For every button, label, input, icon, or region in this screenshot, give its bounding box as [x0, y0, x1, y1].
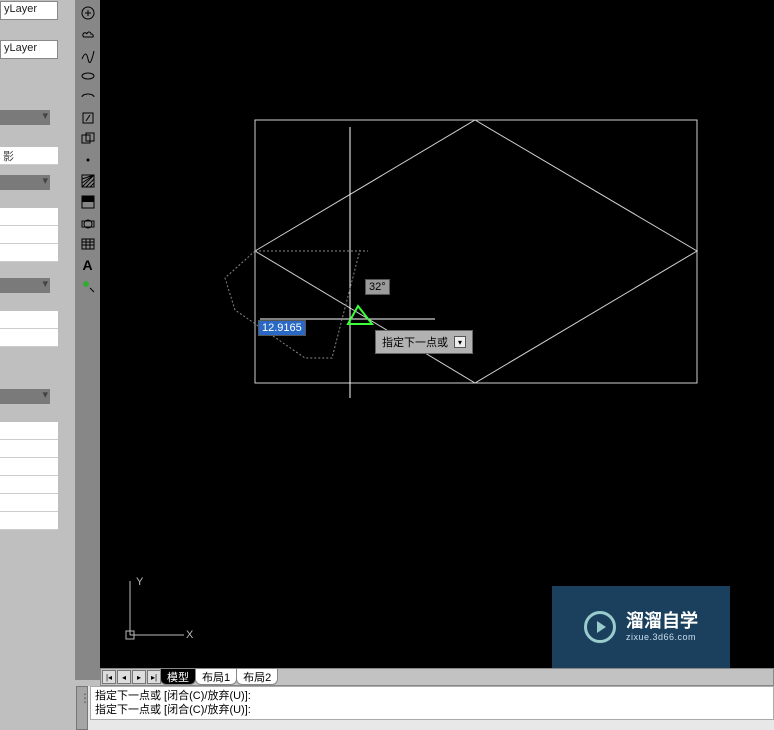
watermark-badge: 溜溜自学 zixue.3d66.com [552, 586, 730, 668]
spline-tool-icon[interactable] [77, 45, 99, 65]
drawing-area[interactable]: 12.9165 32° 指定下一点或 ▾ Y X [100, 0, 774, 668]
point-tool-icon[interactable] [77, 150, 99, 170]
add-selected-icon[interactable] [77, 276, 99, 296]
value-row-2[interactable] [0, 226, 58, 244]
gradient-tool-icon[interactable] [77, 192, 99, 212]
polyline-tool-icon[interactable] [77, 3, 99, 23]
value-row-10[interactable] [0, 494, 58, 512]
value-row-8[interactable] [0, 458, 58, 476]
section-header-3[interactable] [0, 278, 50, 293]
hatch-tool-icon[interactable] [77, 171, 99, 191]
prompt-text: 指定下一点或 [382, 334, 448, 350]
tab-nav-last-icon[interactable]: ▸| [147, 670, 161, 684]
properties-panel: yLayer yLayer 影 [0, 0, 61, 730]
revision-cloud-icon[interactable] [77, 24, 99, 44]
table-tool-icon[interactable] [77, 234, 99, 254]
dynamic-prompt-tooltip: 指定下一点或 ▾ [375, 330, 473, 354]
command-line-handle[interactable] [76, 686, 88, 730]
watermark-title: 溜溜自学 [626, 611, 698, 633]
value-row-5[interactable] [0, 329, 58, 347]
make-block-icon[interactable] [77, 129, 99, 149]
value-row-3[interactable] [0, 244, 58, 262]
value-row-11[interactable] [0, 512, 58, 530]
region-tool-icon[interactable] [77, 213, 99, 233]
dynamic-angle-readout: 32° [365, 279, 390, 295]
tab-nav-prev-icon[interactable]: ◂ [117, 670, 131, 684]
tab-model[interactable]: 模型 [160, 669, 196, 685]
layout-tabs-bar: |◂ ◂ ▸ ▸| 模型 布局1 布局2 [100, 668, 774, 686]
ellipse-arc-icon[interactable] [77, 87, 99, 107]
linetype-field[interactable]: yLayer [0, 40, 58, 59]
command-history-line: 指定下一点或 [闭合(C)/放弃(U)]: [95, 689, 769, 703]
tab-layout-2[interactable]: 布局2 [236, 669, 278, 685]
prompt-dropdown-icon[interactable]: ▾ [454, 336, 466, 348]
value-row-7[interactable] [0, 440, 58, 458]
ellipse-tool-icon[interactable] [77, 66, 99, 86]
tab-nav-first-icon[interactable]: |◂ [102, 670, 116, 684]
value-row-1[interactable] [0, 208, 58, 226]
value-row-6[interactable] [0, 422, 58, 440]
command-history-line: 指定下一点或 [闭合(C)/放弃(U)]: [95, 703, 769, 717]
tab-nav-next-icon[interactable]: ▸ [132, 670, 146, 684]
command-history[interactable]: 指定下一点或 [闭合(C)/放弃(U)]: 指定下一点或 [闭合(C)/放弃(U… [90, 686, 774, 720]
section-header-2[interactable] [0, 175, 50, 190]
value-row-9[interactable] [0, 476, 58, 494]
mtext-tool-icon[interactable]: A [77, 255, 99, 275]
tab-layout-1[interactable]: 布局1 [195, 669, 237, 685]
dynamic-distance-input[interactable]: 12.9165 [258, 320, 306, 336]
shadow-label: 影 [0, 147, 58, 165]
value-row-4[interactable] [0, 311, 58, 329]
watermark-url: zixue.3d66.com [626, 632, 698, 643]
insert-block-icon[interactable] [77, 108, 99, 128]
draw-toolbar: A [75, 0, 100, 680]
section-header-1[interactable] [0, 110, 50, 125]
play-icon [584, 611, 616, 643]
color-field[interactable]: yLayer [0, 1, 58, 20]
command-line-area: 指定下一点或 [闭合(C)/放弃(U)]: 指定下一点或 [闭合(C)/放弃(U… [76, 686, 774, 730]
section-header-4[interactable] [0, 389, 50, 404]
